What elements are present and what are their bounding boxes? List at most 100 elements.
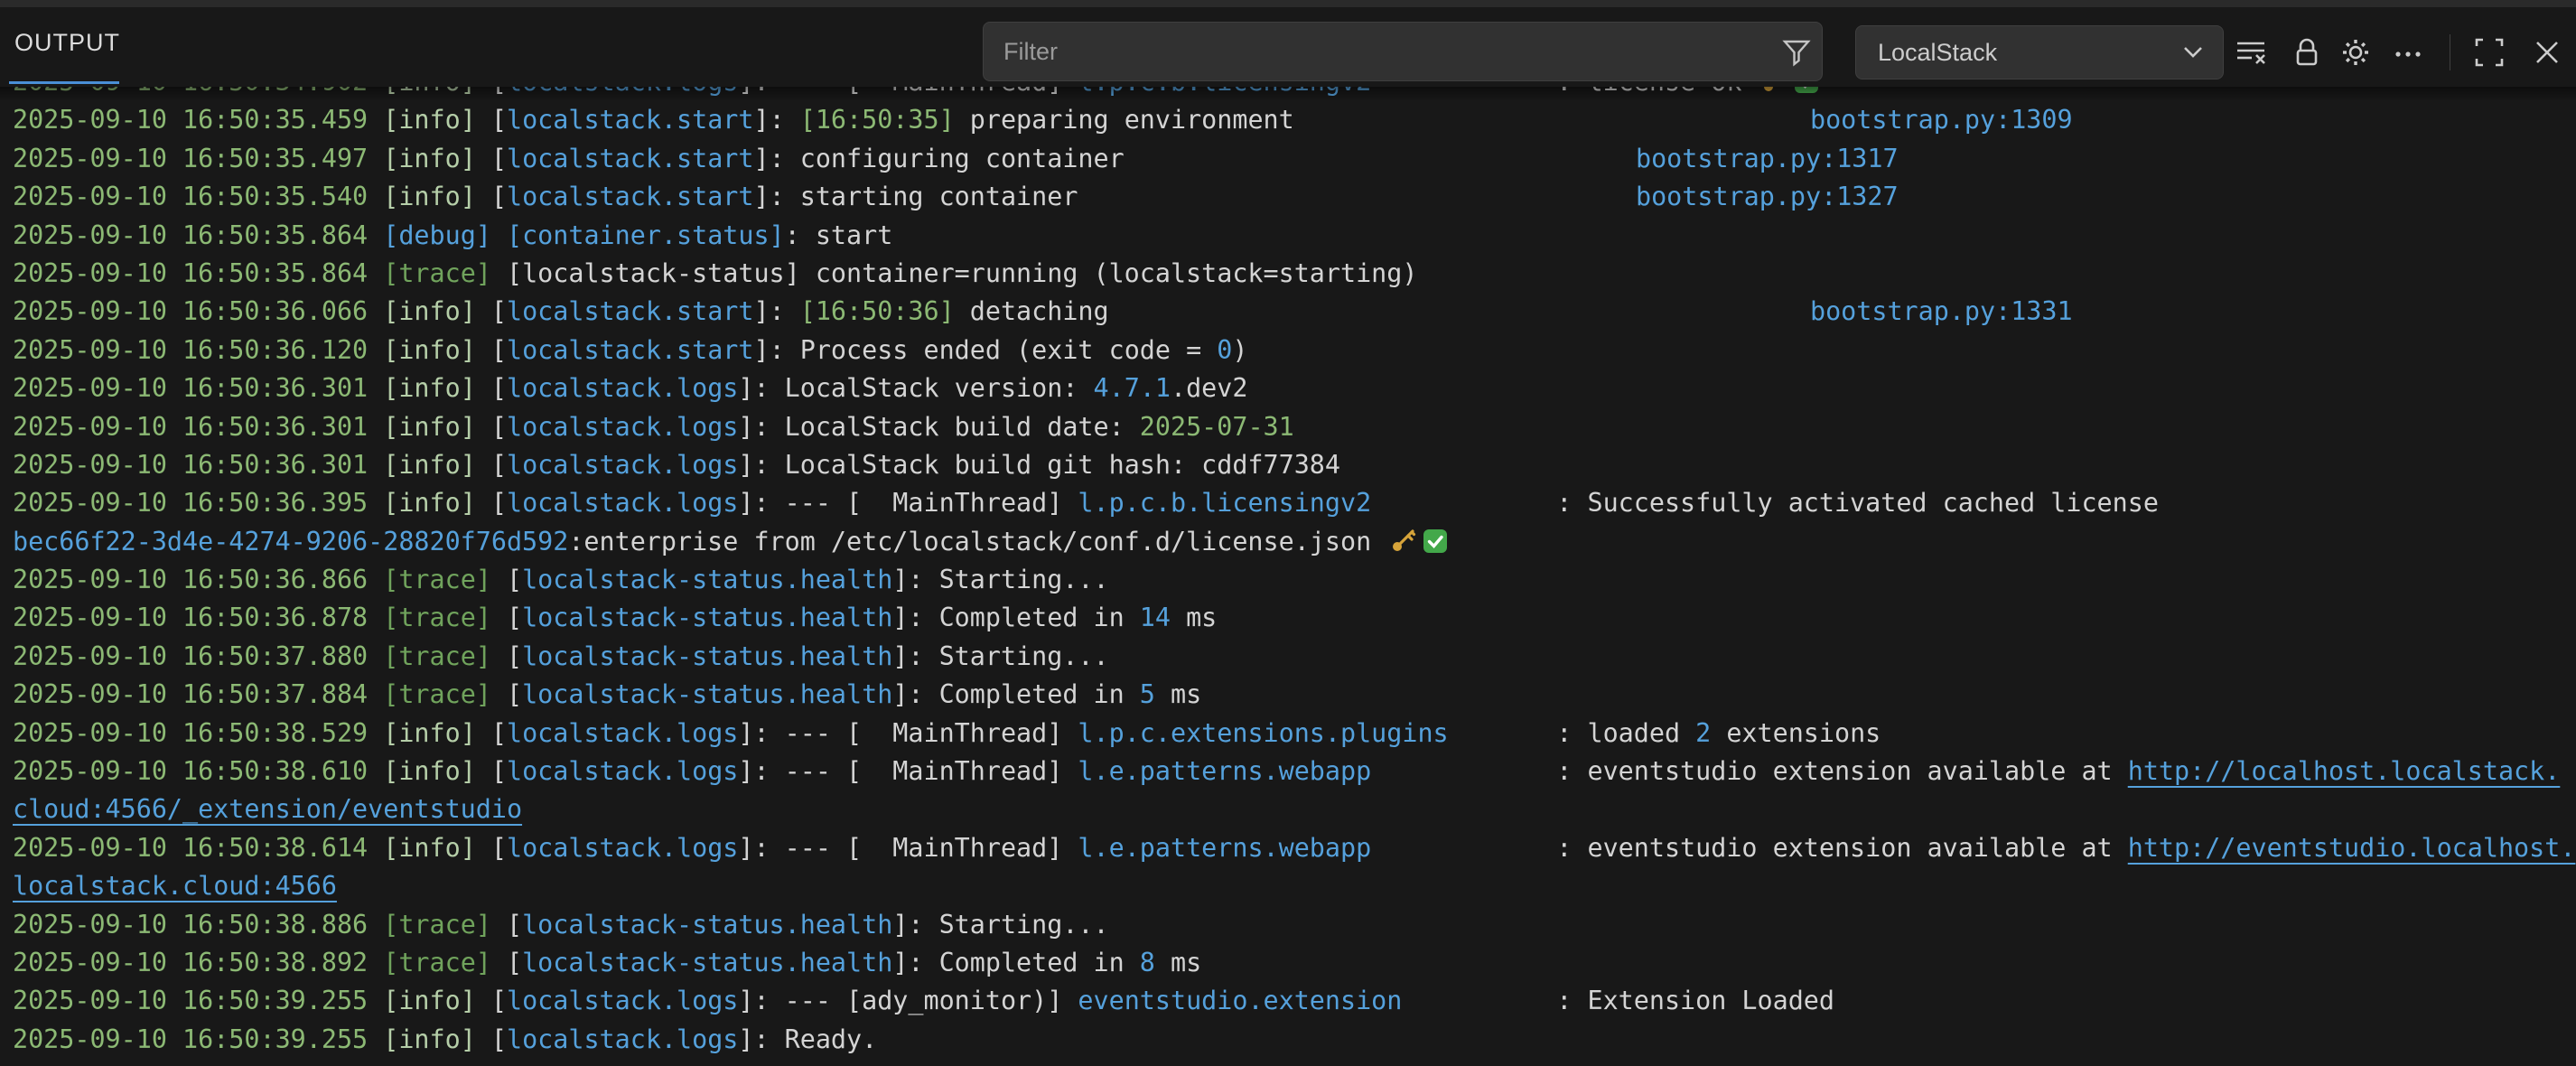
log-text: localstack.logs: [507, 833, 738, 863]
log-text: 2025-09-10 16:50:37.880: [13, 641, 383, 671]
log-text: [476, 986, 491, 1015]
log-text: [: [491, 105, 507, 135]
log-text: ]: [753, 144, 769, 173]
log-text: localstack.logs: [507, 1024, 738, 1054]
log-link[interactable]: cloud:4566/_extension/eventstudio: [13, 794, 522, 824]
log-text: l.p.c.b.licensingv2: [1078, 488, 1371, 518]
log-text: : Starting...: [908, 910, 1108, 940]
log-text: [info]: [383, 718, 476, 748]
clear-output-icon[interactable]: [2231, 33, 2271, 72]
log-line: 2025-09-10 16:50:39.255 [info] [localsta…: [13, 982, 2576, 1020]
log-text: : LocalStack build git hash: cddf77384: [753, 450, 1340, 480]
log-text: : --- [ MainThread]: [753, 833, 1078, 863]
log-text: [: [491, 296, 507, 326]
log-text: [476, 450, 491, 480]
lock-icon[interactable]: [2287, 33, 2327, 72]
source-ref-link[interactable]: bootstrap.py:1327: [1636, 178, 1899, 216]
log-line: cloud:4566/_extension/eventstudio: [13, 790, 2576, 828]
log-text: 2025-09-10 16:50:35.864: [13, 220, 383, 250]
log-text: localstack.logs: [507, 718, 738, 748]
log-text: 2025-09-10 16:50:36.301: [13, 412, 383, 442]
log-text: [: [491, 986, 507, 1015]
channel-select[interactable]: LocalStack: [1855, 25, 2224, 79]
log-line: 2025-09-10 16:50:38.529 [info] [localsta…: [13, 715, 2576, 753]
log-text: [491, 679, 507, 709]
log-text: : Process ended (exit code =: [770, 335, 1218, 365]
log-text: [491, 220, 507, 250]
log-text: [: [507, 910, 522, 940]
log-text: [: [491, 412, 507, 442]
log-link[interactable]: http://eventstudio.localhost.: [2128, 833, 2576, 863]
log-text: localstack-status.health: [522, 641, 892, 671]
log-text: ): [1232, 335, 1247, 365]
panel-header: OUTPUT LocalStack: [0, 7, 2576, 87]
log-text: ]: [738, 87, 753, 97]
gear-icon[interactable]: [2336, 33, 2375, 72]
panel-resize-handle[interactable]: [0, 0, 2576, 7]
log-text: [16:50:36]: [800, 296, 955, 326]
log-text: [16:50:35]: [800, 105, 955, 135]
filter-icon[interactable]: [1771, 26, 1822, 77]
log-text: [476, 412, 491, 442]
log-text: 2025-09-10 16:50:35.864: [13, 258, 383, 288]
log-text: localstack-status.health: [522, 679, 892, 709]
log-text: [: [491, 756, 507, 786]
maximize-icon[interactable]: [2469, 33, 2509, 72]
log-text: :: [770, 296, 800, 326]
log-text: localstack.start: [507, 335, 753, 365]
log-text: [491, 641, 507, 671]
filter-box: [983, 22, 1823, 81]
log-line: 2025-09-10 16:50:36.066 [info] [localsta…: [13, 293, 2576, 331]
ellipsis-icon[interactable]: [2388, 33, 2428, 72]
log-line: 2025-09-10 16:50:36.301 [info] [localsta…: [13, 446, 2576, 484]
log-line: 2025-09-10 16:50:38.886 [trace] [localst…: [13, 906, 2576, 944]
output-panel: OUTPUT LocalStack: [0, 0, 2576, 1066]
log-text: ]: [738, 488, 753, 518]
log-text: 2025-09-10 16:50:38.614: [13, 833, 383, 863]
log-text: [: [491, 182, 507, 211]
log-text: [476, 105, 491, 135]
log-text: [debug]: [383, 220, 491, 250]
log-line: 2025-09-10 16:50:35.497 [info] [localsta…: [13, 140, 2576, 178]
source-ref-link[interactable]: bootstrap.py:1331: [1810, 293, 2073, 331]
log-text: ]: [738, 1024, 753, 1054]
log-text: : Ready.: [753, 1024, 877, 1054]
source-ref-link[interactable]: bootstrap.py:1317: [1636, 140, 1899, 178]
log-link[interactable]: http://localhost.localstack.: [2128, 756, 2561, 786]
log-link[interactable]: localstack.cloud:4566: [13, 871, 337, 901]
log-text: 0: [1217, 335, 1232, 365]
source-ref-link[interactable]: bootstrap.py:1309: [1810, 101, 2073, 139]
log-text: : Completed in: [908, 603, 1139, 632]
log-text: 2025-09-10 16:50:38.529: [13, 718, 383, 748]
log-text: localstack-status.health: [522, 565, 892, 594]
log-text: [476, 335, 491, 365]
log-text: [476, 373, 491, 403]
log-text: [: [507, 679, 522, 709]
log-text: [info]: [383, 335, 476, 365]
log-line: 2025-09-10 16:50:38.614 [info] [localsta…: [13, 829, 2576, 867]
log-text: ms: [1155, 948, 1201, 977]
log-text: [476, 144, 491, 173]
log-text: localstack.logs: [507, 87, 738, 97]
log-text: : --- [ MainThread]: [753, 87, 1078, 97]
log-text: l.p.c.extensions.plugins: [1078, 718, 1448, 748]
log-text: : --- [ MainThread]: [753, 756, 1078, 786]
log-text: bec66f22-3d4e-4274-9206-28820f76d592: [13, 527, 568, 556]
tab-output[interactable]: OUTPUT: [14, 29, 120, 83]
log-line: 2025-09-10 16:50:35.864 [trace] [localst…: [13, 255, 2576, 293]
log-line: localstack.cloud:4566: [13, 867, 2576, 905]
log-text: ]: [753, 182, 769, 211]
log-text: eventstudio.extension: [1078, 986, 1402, 1015]
log-viewport[interactable]: 2025-09-10 16:50:34.902 [info] [localsta…: [0, 87, 2576, 1066]
log-text: : --- [ MainThread]: [753, 718, 1078, 748]
close-icon[interactable]: [2527, 33, 2567, 72]
log-text: :enterprise from /etc/localstack/conf.d/…: [568, 527, 1386, 556]
log-text: 2025-09-10 16:50:36.866: [13, 565, 383, 594]
log-text: [info]: [383, 1024, 476, 1054]
log-text: extensions: [1711, 718, 1881, 748]
log-line: 2025-09-10 16:50:36.866 [trace] [localst…: [13, 561, 2576, 599]
log-text: [info]: [383, 756, 476, 786]
log-line: 2025-09-10 16:50:34.902 [info] [localsta…: [13, 87, 2576, 101]
filter-input[interactable]: [984, 38, 1771, 66]
log-text: preparing environment: [955, 105, 1294, 135]
